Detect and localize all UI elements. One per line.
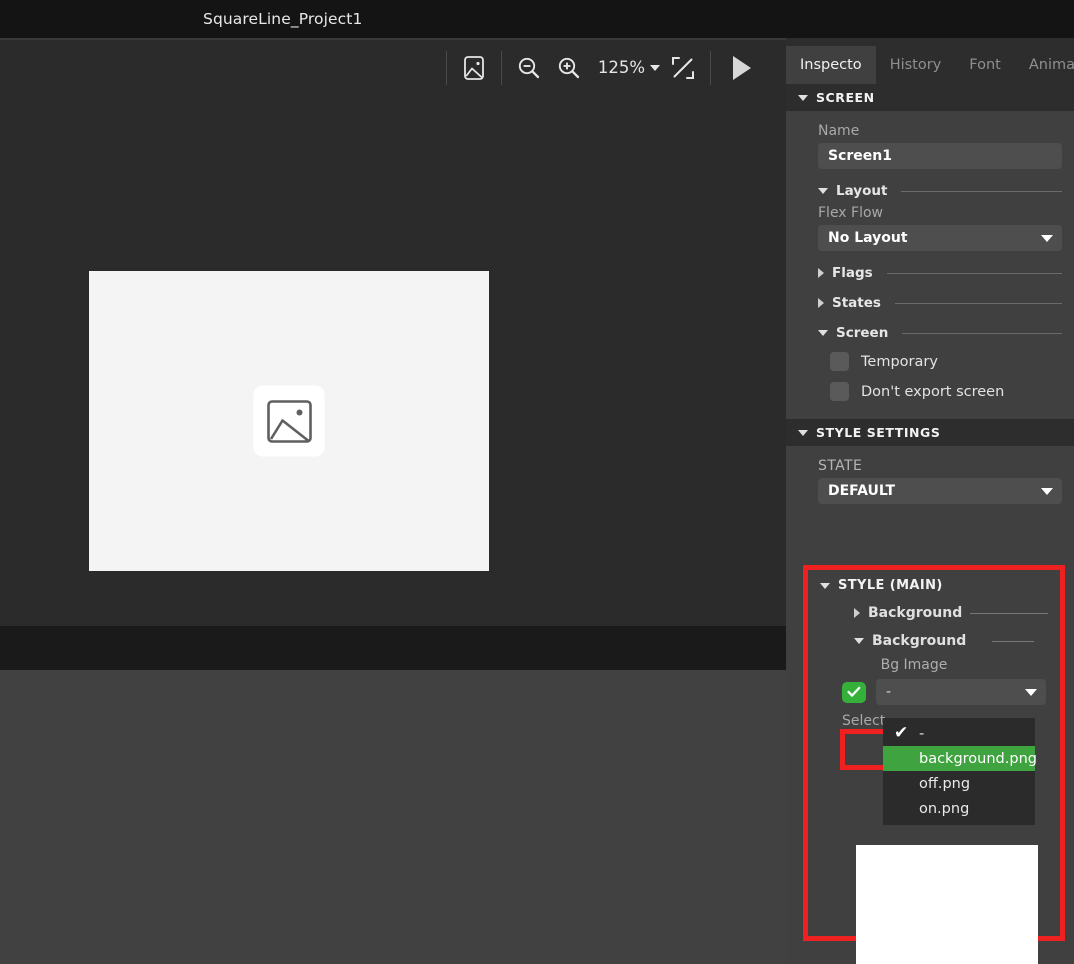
chevron-down-icon: [1041, 235, 1053, 242]
image-placeholder-icon[interactable]: [254, 386, 325, 457]
bg-image-preview: [856, 845, 1038, 964]
background-expanded-row[interactable]: Background: [854, 633, 1060, 649]
dont-export-checkbox-row[interactable]: Don't export screen: [830, 382, 1062, 401]
flex-flow-value: No Layout: [828, 230, 908, 246]
triangle-down-icon: [798, 430, 808, 436]
divider-line: [895, 303, 1062, 304]
toolbar-divider: [501, 51, 502, 85]
chevron-down-icon: [1025, 689, 1037, 696]
state-value: DEFAULT: [828, 483, 895, 499]
dropdown-option-none[interactable]: ✔ -: [883, 721, 1035, 746]
temporary-checkbox-row[interactable]: Temporary: [830, 352, 1062, 371]
triangle-down-icon: [818, 330, 828, 336]
flex-flow-select[interactable]: No Layout: [818, 225, 1062, 251]
dont-export-checkbox[interactable]: [830, 382, 849, 401]
screen-subsection-header[interactable]: Screen: [818, 325, 1062, 341]
project-title: SquareLine_Project1: [203, 10, 362, 28]
dropdown-option-background-png-label: background.png: [919, 751, 1037, 767]
chevron-down-icon: [1041, 488, 1053, 495]
screen-section-body: Name Layout Flex Flow No Layout Flags: [786, 123, 1074, 401]
toolbar-divider: [446, 51, 447, 85]
tab-animations-label: Animat: [1029, 57, 1074, 73]
style-main-header[interactable]: STYLE (MAIN): [808, 570, 1060, 593]
editor-dark-band: [0, 626, 786, 670]
style-settings-header[interactable]: STYLE SETTINGS: [786, 419, 1074, 446]
background-collapsed-row[interactable]: Background: [854, 605, 1060, 621]
dropdown-option-none-label: -: [919, 726, 924, 742]
check-icon: ✔: [894, 724, 908, 743]
screen-preview-rect[interactable]: [89, 271, 489, 571]
bg-image-control-row: -: [842, 679, 1060, 705]
screen-name-input[interactable]: [818, 143, 1062, 169]
state-select[interactable]: DEFAULT: [818, 478, 1062, 504]
style-main-label: STYLE (MAIN): [838, 578, 943, 593]
dropdown-option-on-png[interactable]: on.png: [883, 796, 1035, 821]
temporary-checkbox[interactable]: [830, 352, 849, 371]
background-collapsed-label: Background: [868, 605, 962, 621]
design-canvas[interactable]: Screen1: [0, 95, 786, 626]
dont-export-label: Don't export screen: [861, 384, 1004, 400]
bg-image-select[interactable]: -: [876, 679, 1046, 705]
dropdown-option-on-png-label: on.png: [919, 801, 969, 817]
divider-line: [992, 641, 1034, 642]
screen-section-title: SCREEN: [816, 90, 875, 105]
triangle-right-icon: [818, 268, 824, 278]
flags-label: Flags: [832, 265, 873, 281]
tab-inspector-label: Inspecto: [800, 57, 862, 73]
layout-label: Layout: [836, 183, 887, 199]
canvas-toolbar: 125%: [0, 38, 786, 95]
dropdown-option-off-png[interactable]: off.png: [883, 771, 1035, 796]
flags-subsection-header[interactable]: Flags: [818, 265, 1062, 281]
triangle-down-icon: [854, 638, 864, 644]
bg-image-label: Bg Image: [808, 657, 1060, 673]
zoom-level-selector[interactable]: 125%: [589, 58, 663, 77]
image-icon[interactable]: [454, 48, 494, 88]
states-subsection-header[interactable]: States: [818, 295, 1062, 311]
flex-flow-label: Flex Flow: [818, 205, 1062, 221]
divider-line: [901, 191, 1062, 192]
bg-image-dropdown-popup[interactable]: ✔ - background.png off.png on.png: [883, 718, 1035, 825]
screen-sub-label: Screen: [836, 325, 888, 341]
zoom-in-icon[interactable]: [549, 48, 589, 88]
divider-line: [887, 273, 1062, 274]
states-label: States: [832, 295, 881, 311]
divider-line: [902, 333, 1062, 334]
bottom-panel-area[interactable]: [0, 670, 786, 964]
title-bar: SquareLine_Project1: [0, 0, 1074, 38]
name-field-label: Name: [818, 123, 1062, 139]
style-settings-title: STYLE SETTINGS: [816, 425, 940, 440]
triangle-right-icon: [854, 608, 860, 618]
dropdown-option-off-png-label: off.png: [919, 776, 970, 792]
triangle-down-icon: [820, 583, 830, 589]
tab-font-label: Font: [969, 57, 1001, 73]
divider-line: [970, 613, 1048, 614]
background-expanded-label: Background: [872, 633, 966, 649]
toolbar-divider: [710, 51, 711, 85]
temporary-label: Temporary: [861, 354, 938, 370]
inspector-tabstrip: Inspecto History Font Animat: [786, 38, 1074, 84]
style-settings-body: STATE DEFAULT: [786, 458, 1074, 504]
zoom-out-icon[interactable]: [509, 48, 549, 88]
state-label: STATE: [818, 458, 1062, 474]
triangle-down-icon: [798, 95, 808, 101]
editor-column: 125%: [0, 38, 786, 964]
zoom-level-value: 125%: [598, 58, 645, 77]
inspector-panel: Inspecto History Font Animat SCREEN Name…: [786, 38, 1074, 964]
dropdown-option-background-png[interactable]: background.png: [883, 746, 1035, 771]
triangle-down-icon: [818, 188, 828, 194]
squareline-studio-window: SquareLine_Project1: [0, 0, 1074, 964]
layout-subsection-header[interactable]: Layout: [818, 183, 1062, 199]
chevron-down-icon: [650, 65, 660, 71]
triangle-right-icon: [818, 298, 824, 308]
tab-history-label: History: [890, 57, 942, 73]
tab-animations[interactable]: Animat: [1015, 46, 1074, 84]
fit-to-screen-icon[interactable]: [663, 48, 703, 88]
bg-image-selected-value: -: [886, 684, 891, 700]
bg-image-enable-checkbox[interactable]: [842, 682, 866, 703]
screen-section-header[interactable]: SCREEN: [786, 84, 1074, 111]
tab-history[interactable]: History: [876, 46, 956, 84]
tab-font[interactable]: Font: [955, 46, 1015, 84]
play-icon[interactable]: [718, 48, 764, 88]
tab-inspector[interactable]: Inspecto: [786, 46, 876, 84]
